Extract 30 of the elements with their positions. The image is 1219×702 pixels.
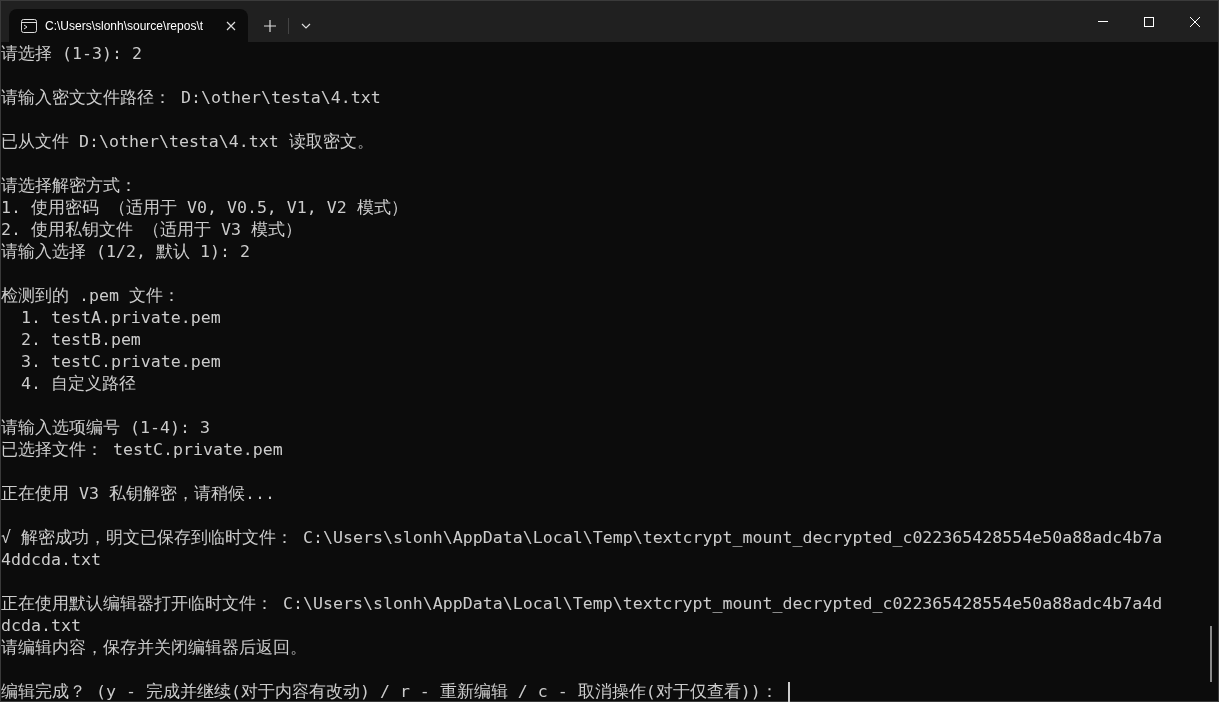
terminal-line: 4ddcda.txt <box>1 549 101 571</box>
terminal-line: 3. testC.private.pem <box>19 351 221 373</box>
terminal-line: 正在使用默认编辑器打开临时文件： C:\Users\slonh\AppData\Local\Temp\textcrypt_mount_decrypted_c022365428554e50a88adc4b7a4d <box>1 593 1163 615</box>
terminal-line: √ 解密成功，明文已保存到临时文件： C:\Users\slonh\AppData\Local\Temp\textcrypt_mount_decrypted_c022365428554e50a88adc4b7a <box>1 527 1163 549</box>
terminal-line: 正在使用 V3 私钥解密，请稍候... <box>1 483 275 505</box>
terminal-line: 1. 使用密码 （适用于 V0, V0.5, V1, V2 模式） <box>1 197 408 219</box>
terminal-line: 已选择文件： testC.private.pem <box>1 439 283 461</box>
terminal-tab[interactable]: C:\Users\slonh\source\repos\t <box>9 9 248 42</box>
terminal-line: 编辑完成？ (y - 完成并继续(对于内容有改动) / r - 重新编辑 / c - 取消操作(对于仅查看))： <box>1 681 779 702</box>
terminal-line: 请编辑内容，保存并关闭编辑器后返回。 <box>1 637 307 659</box>
maximize-icon[interactable] <box>1144 16 1154 27</box>
dropdown-icon[interactable] <box>301 22 311 29</box>
terminal-line: 检测到的 .pem 文件： <box>1 285 180 307</box>
terminal-line: 请输入选项编号 (1-4): 3 <box>1 417 210 439</box>
tab-title: C:\Users\slonh\source\repos\t <box>45 17 205 35</box>
text-cursor <box>787 682 790 702</box>
terminal-line: dcda.txt <box>1 615 81 637</box>
terminal-icon <box>21 18 37 33</box>
terminal-line: 2. testB.pem <box>19 329 141 351</box>
terminal-line: 请选择 (1-3): 2 <box>1 43 142 65</box>
terminal-line: 1. testA.private.pem <box>19 307 221 329</box>
terminal-line: 4. 自定义路径 <box>19 373 136 395</box>
terminal-line: 请输入密文文件路径： D:\other\testa\4.txt <box>1 87 381 109</box>
terminal-line: 请输入选择 (1/2, 默认 1): 2 <box>1 241 250 263</box>
terminal-line: 已从文件 D:\other\testa\4.txt 读取密文。 <box>1 131 374 153</box>
new-tab-icon[interactable] <box>264 19 276 32</box>
close-icon[interactable] <box>226 20 236 31</box>
scrollbar[interactable] <box>1210 626 1212 682</box>
terminal-line: 2. 使用私钥文件 （适用于 V3 模式） <box>1 219 302 241</box>
terminal-line: 请选择解密方式： <box>1 175 137 197</box>
